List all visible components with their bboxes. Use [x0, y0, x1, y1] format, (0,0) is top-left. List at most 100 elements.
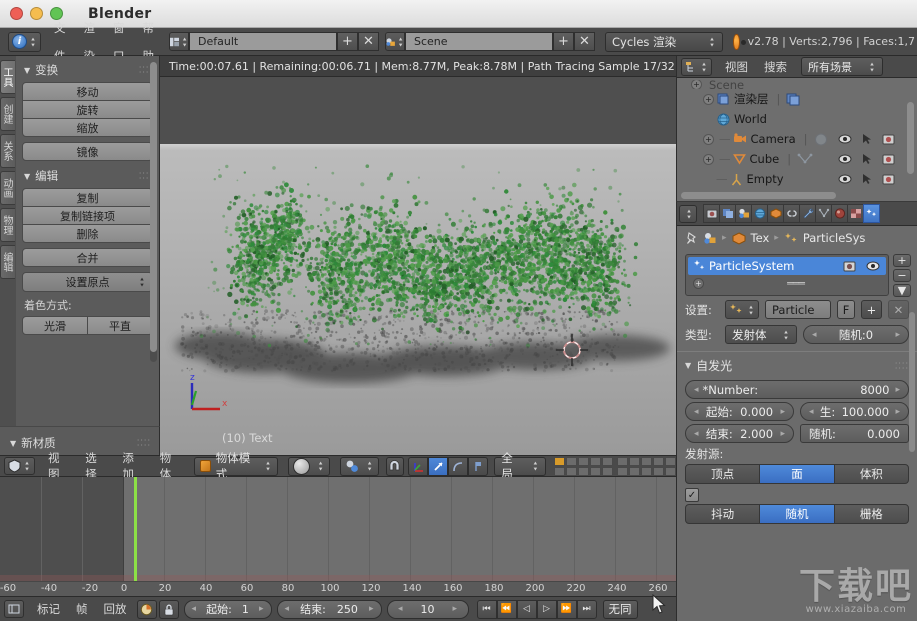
manipulator-extra-button[interactable] — [468, 457, 488, 476]
particles-icon[interactable] — [784, 232, 798, 245]
particle-type-dropdown[interactable]: 发射体 ▴▾ — [725, 325, 797, 344]
properties-tab-render[interactable] — [703, 204, 720, 223]
manipulator-scale-button[interactable] — [448, 457, 468, 476]
outliner-menu-view[interactable]: 视图 — [717, 59, 756, 75]
tool-tab-tools[interactable]: 工具 — [0, 60, 15, 94]
auto-keyframe-button[interactable] — [137, 600, 157, 619]
set-origin-dropdown[interactable]: 设置原点 ▴▾ — [22, 272, 153, 292]
outliner-menu-search[interactable]: 搜索 — [756, 59, 795, 75]
remove-particle-system-button[interactable]: − — [893, 269, 911, 282]
layer-cell[interactable] — [653, 457, 664, 466]
layer-cell[interactable] — [566, 467, 577, 476]
emit-from-faces-button[interactable]: 面 — [759, 464, 834, 484]
properties-editor[interactable]: ▴▾ — [676, 201, 917, 621]
jump-to-end-button[interactable]: ⏭ — [577, 600, 597, 619]
tool-tab-animation[interactable]: 动画 — [0, 171, 15, 205]
eye-icon[interactable] — [866, 261, 880, 271]
expand-icon[interactable]: + — [703, 154, 714, 165]
timeline-menu-frame[interactable]: 帧 — [68, 601, 96, 617]
layer-group-1[interactable] — [554, 457, 613, 476]
settings-datablock-name-field[interactable]: Particle — [765, 300, 831, 319]
properties-tab-material[interactable] — [831, 204, 848, 223]
duplicate-button[interactable]: 复制 — [22, 188, 153, 207]
properties-tab-modifiers[interactable] — [799, 204, 816, 223]
pivot-point-dropdown[interactable]: ▴▾ — [340, 457, 379, 476]
tool-tab-physics[interactable]: 物理 — [0, 208, 15, 242]
settings-datablock-icon-button[interactable]: ▴▾ — [725, 300, 759, 319]
layer-cell[interactable] — [665, 457, 676, 466]
cursor-arrow-icon[interactable] — [862, 173, 872, 185]
manipulator-rotate-button[interactable] — [428, 457, 448, 476]
transform-orientation-dropdown[interactable]: 全局 ▴▾ — [494, 457, 546, 476]
screen-add-button[interactable]: + — [337, 32, 358, 51]
tool-tab-create[interactable]: 创建 — [0, 97, 15, 131]
layer-cell[interactable] — [590, 457, 601, 466]
tool-tab-relations[interactable]: 关系 — [0, 134, 15, 168]
scene-add-button[interactable]: + — [553, 32, 574, 51]
shade-flat-button[interactable]: 平直 — [87, 316, 153, 335]
distribution-jittered-button[interactable]: 抖动 — [685, 504, 760, 524]
layer-cell[interactable] — [554, 467, 565, 476]
frame-start-field[interactable]: ◂ 起始: 0.000 ▸ — [685, 402, 794, 421]
screen-layout-field[interactable]: Default — [189, 32, 337, 51]
pin-icon[interactable] — [685, 232, 698, 245]
join-button[interactable]: 合并 — [22, 248, 153, 267]
editor-type-properties-icon[interactable]: ▴▾ — [679, 205, 697, 223]
outliner-display-mode-dropdown[interactable]: 所有场景 ▴▾ — [801, 57, 883, 76]
fake-user-button[interactable]: F — [837, 300, 855, 319]
render-engine-dropdown[interactable]: Cycles 渲染 ▴▾ — [605, 32, 723, 52]
cursor-arrow-icon[interactable] — [862, 153, 872, 165]
scale-button[interactable]: 缩放 — [22, 118, 153, 137]
layer-cell[interactable] — [602, 467, 613, 476]
properties-scrollbar[interactable] — [909, 312, 915, 452]
interaction-mode-dropdown[interactable]: 物体模式 ▴▾ — [194, 457, 278, 476]
emission-panel-header[interactable]: ▼ 自发光 ········ — [677, 351, 917, 377]
frame-end-field[interactable]: ◂ 结束: 250 ▸ — [277, 600, 382, 619]
random-order-checkbox[interactable]: ✓ — [685, 488, 699, 502]
edit-panel-header[interactable]: ▼ 编辑 ········ — [22, 166, 153, 188]
move-button[interactable]: 移动 — [22, 82, 153, 101]
outliner-row-cube[interactable]: + — Cube | — [677, 149, 917, 169]
eye-icon[interactable] — [838, 134, 852, 144]
properties-tab-texture[interactable] — [847, 204, 864, 223]
scene-name-field[interactable]: Scene — [405, 32, 553, 51]
outliner-row-renderlayers[interactable]: + 渲染层 | — [677, 89, 917, 109]
layer-cell[interactable] — [617, 467, 628, 476]
properties-tab-scene[interactable] — [735, 204, 752, 223]
object-icon[interactable] — [732, 232, 746, 245]
current-frame-field[interactable]: ◂ 10 ▸ — [387, 600, 469, 619]
sync-mode-dropdown[interactable]: 无同 — [603, 600, 638, 619]
window-close-button[interactable] — [10, 7, 23, 20]
cursor-arrow-icon[interactable] — [862, 133, 872, 145]
camera-icon[interactable] — [843, 260, 856, 272]
distribution-random-button[interactable]: 随机 — [759, 504, 834, 524]
manipulator-translate-button[interactable] — [408, 457, 428, 476]
layer-cell[interactable] — [629, 467, 640, 476]
eye-icon[interactable] — [838, 174, 852, 184]
mirror-button[interactable]: 镜像 — [22, 142, 153, 161]
viewport-shading-dropdown[interactable]: ▴▾ — [288, 457, 330, 476]
layer-cell[interactable] — [653, 467, 664, 476]
emit-from-volume-button[interactable]: 体积 — [834, 464, 909, 484]
outliner-row-world[interactable]: World — [677, 109, 917, 129]
properties-tab-world[interactable] — [751, 204, 768, 223]
properties-tab-data[interactable] — [815, 204, 832, 223]
screen-layout-icon[interactable]: ▴▾ — [169, 32, 189, 51]
shade-smooth-button[interactable]: 光滑 — [22, 316, 88, 335]
layer-cell[interactable] — [665, 467, 676, 476]
render-camera-icon[interactable] — [882, 173, 895, 185]
outliner-row-scene[interactable]: + Scene — [677, 80, 917, 89]
eye-icon[interactable] — [838, 154, 852, 164]
layer-cell[interactable] — [629, 457, 640, 466]
layer-cell[interactable] — [602, 457, 613, 466]
previous-keyframe-button[interactable]: ⏪ — [497, 600, 517, 619]
3d-viewport[interactable]: Time:00:07.61 | Remaining:00:06.71 | Mem… — [160, 56, 676, 455]
transform-panel-header[interactable]: ▼ 变换 ········ — [22, 60, 153, 82]
mesh-data-icon[interactable] — [797, 153, 813, 166]
timeline-editor[interactable]: -60 -40 -20 0 20 40 60 80 100 120 140 16… — [0, 477, 676, 621]
particle-system-specials-button[interactable]: ▼ — [893, 284, 911, 297]
lifetime-field[interactable]: ◂ 生: 100.000 ▸ — [800, 402, 909, 421]
expand-icon[interactable]: + — [693, 278, 704, 289]
next-keyframe-button[interactable]: ⏩ — [557, 600, 577, 619]
unlink-datablock-button[interactable]: ✕ — [888, 300, 909, 319]
